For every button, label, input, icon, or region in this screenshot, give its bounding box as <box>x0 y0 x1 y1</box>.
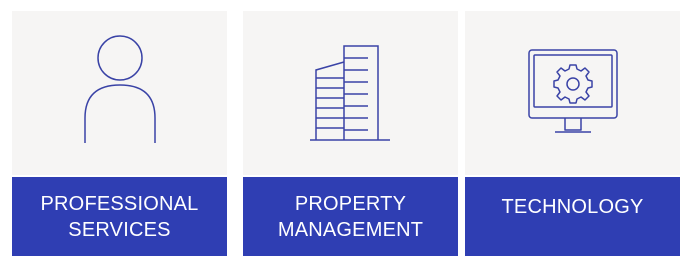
card-image <box>12 11 227 175</box>
building-icon <box>309 45 390 141</box>
card-label: PROFESSIONAL SERVICES <box>12 177 227 256</box>
person-icon <box>83 35 156 143</box>
card-label-text: PROPERTY MANAGEMENT <box>277 192 424 241</box>
card-label-text: PROFESSIONAL SERVICES <box>40 192 199 241</box>
card-technology[interactable]: TECHNOLOGY <box>465 11 680 256</box>
card-property-management[interactable]: PROPERTY MANAGEMENT <box>243 11 458 256</box>
card-label: TECHNOLOGY <box>465 177 680 256</box>
card-image <box>243 11 458 175</box>
card-label-text: TECHNOLOGY <box>501 195 644 218</box>
card-label: PROPERTY MANAGEMENT <box>243 177 458 256</box>
monitor-gear-icon <box>527 49 618 133</box>
card-professional-services[interactable]: PROFESSIONAL SERVICES <box>12 11 227 256</box>
card-image <box>465 11 680 175</box>
